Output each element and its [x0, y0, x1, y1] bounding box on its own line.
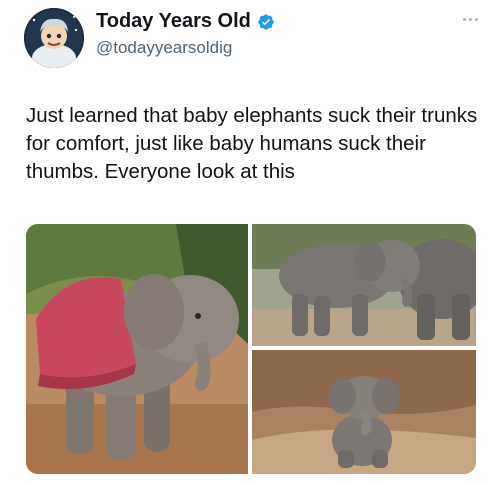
sitting-baby-elephant-photo [252, 350, 476, 474]
avatar-image [24, 8, 84, 68]
more-dot [468, 17, 472, 21]
baby-and-adult-elephant-photo [252, 224, 476, 346]
more-options-icon[interactable] [456, 12, 484, 26]
author-name-row[interactable]: Today Years Old [96, 10, 275, 33]
avatar[interactable] [24, 8, 84, 68]
tweet-post: Today Years Old @todayyearsoldig Just le… [0, 0, 500, 484]
media-photo-1[interactable] [26, 224, 248, 474]
more-dot [474, 17, 478, 21]
author-handle[interactable]: @todayyearsoldig [96, 38, 232, 58]
media-grid [26, 224, 476, 474]
more-dot [462, 17, 466, 21]
media-photo-2[interactable] [252, 224, 476, 346]
media-photo-3[interactable] [252, 350, 476, 474]
baby-elephant-blanket-photo [26, 224, 248, 474]
display-name[interactable]: Today Years Old [96, 10, 251, 33]
tweet-text: Just learned that baby elephants suck th… [26, 104, 478, 183]
verified-badge-icon [258, 13, 274, 30]
